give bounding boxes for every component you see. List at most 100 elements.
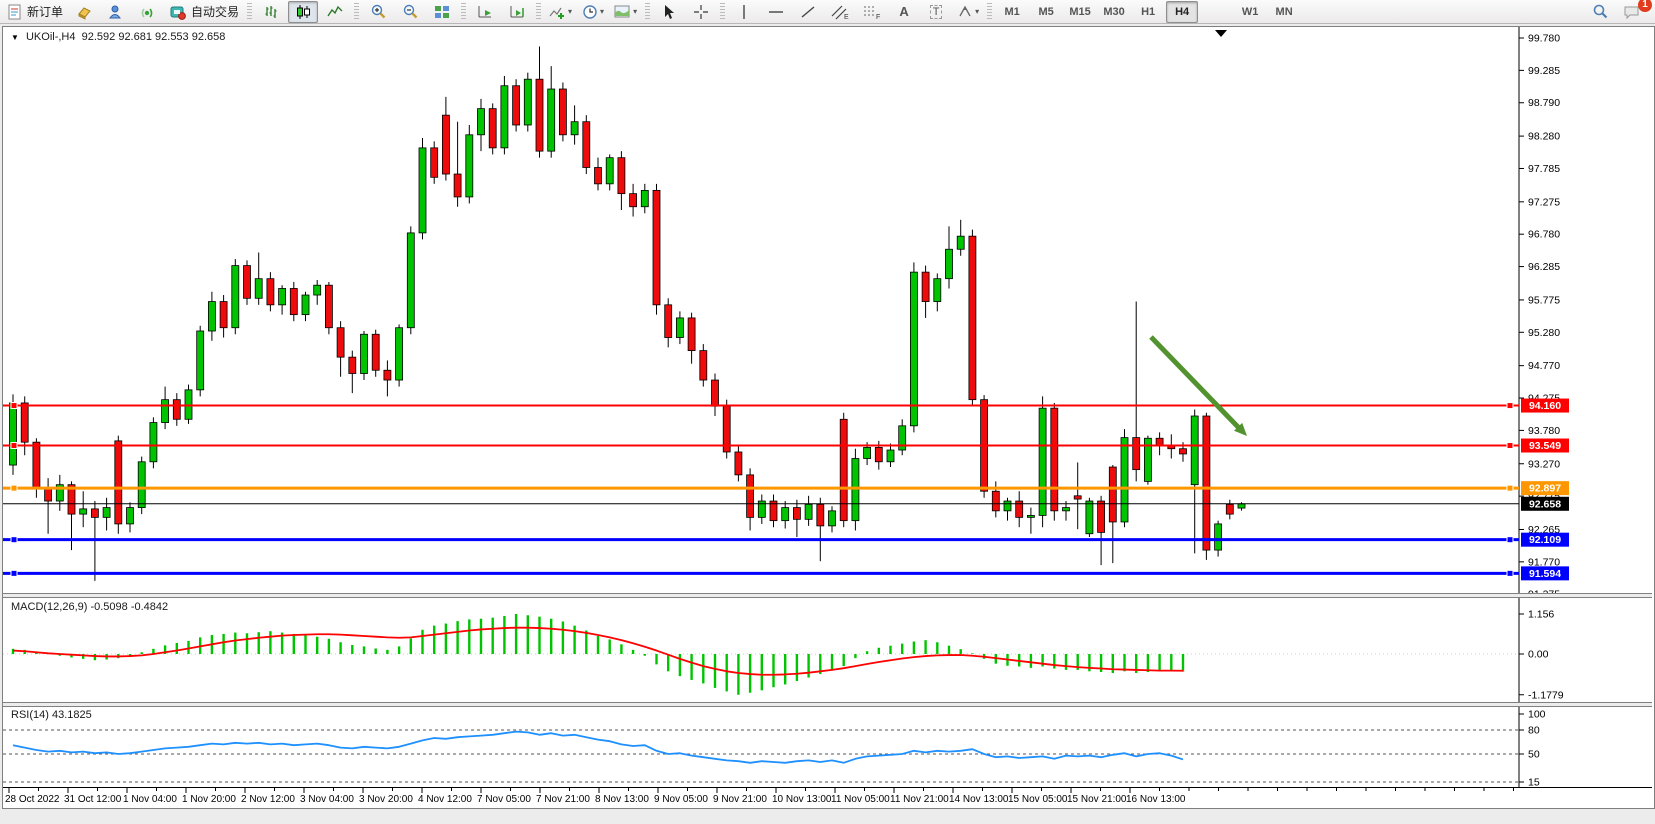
bull-candle: [208, 302, 215, 331]
level-handle[interactable]: [1507, 443, 1513, 449]
trendline-icon: [800, 4, 816, 20]
level-handle[interactable]: [1507, 537, 1513, 543]
rsi-canvas: 100805015: [3, 707, 1652, 787]
bear-candle: [922, 272, 929, 301]
bear-candle: [735, 452, 742, 475]
rsi-indicator-label: RSI(14) 43.1825: [11, 709, 92, 721]
vertical-line-button[interactable]: [729, 1, 759, 23]
level-handle[interactable]: [1507, 485, 1513, 491]
chart-menu-arrow-icon[interactable]: ▼: [11, 33, 19, 42]
main-chart-pane[interactable]: ▼ UKOil-,H4 92.592 92.681 92.553 92.658 …: [3, 27, 1652, 593]
crosshair-button[interactable]: [686, 1, 716, 23]
text-label-button[interactable]: T: [921, 1, 951, 23]
bull-candle: [314, 285, 321, 295]
timeframe-m15-button[interactable]: M15: [1064, 1, 1096, 23]
bear-candle: [1109, 467, 1116, 522]
bear-candle: [1074, 496, 1081, 499]
level-handle[interactable]: [11, 537, 17, 543]
time-label: 8 Nov 13:00: [595, 794, 649, 805]
level-handle[interactable]: [11, 485, 17, 491]
level-handle[interactable]: [11, 443, 17, 449]
candlestick-chart-button[interactable]: [288, 1, 318, 23]
bull-candle: [302, 295, 309, 315]
timeframe-h1-button[interactable]: H1: [1132, 1, 1164, 23]
level-handle[interactable]: [11, 403, 17, 409]
trendline-button[interactable]: [793, 1, 823, 23]
time-label: 16 Nov 13:00: [1126, 794, 1186, 805]
rsi-pane[interactable]: RSI(14) 43.1825 100805015: [3, 707, 1652, 787]
signals-button[interactable]: [133, 1, 163, 23]
bar-chart-button[interactable]: [256, 1, 286, 23]
arrow-annotation[interactable]: [1151, 337, 1247, 436]
timeframe-m30-button[interactable]: M30: [1098, 1, 1130, 23]
bull-candle: [232, 266, 239, 328]
timeframe-mn-button[interactable]: MN: [1268, 1, 1300, 23]
periods-button[interactable]: ▾: [578, 1, 608, 23]
macd-pane[interactable]: MACD(12,26,9) -0.5098 -0.4842 1.1560.00-…: [3, 598, 1652, 702]
crosshair-icon: [693, 4, 709, 20]
line-chart-button[interactable]: [320, 1, 350, 23]
bull-candle: [934, 279, 941, 302]
rsi-tick-label: 50: [1528, 749, 1540, 761]
bull-candle: [782, 508, 789, 521]
price-tag-label: 92.658: [1529, 498, 1561, 510]
signal-icon: [139, 4, 157, 20]
bull-candle: [805, 504, 812, 519]
chart-title-ohlc: 92.592 92.681 92.553 92.658: [82, 31, 226, 43]
toolbar-grip: [247, 3, 252, 21]
bear-candle: [840, 419, 847, 520]
arrow-objects-button[interactable]: ▾: [953, 1, 983, 23]
dropdown-caret-icon: ▾: [600, 7, 604, 16]
toolbar-grip: [461, 3, 466, 21]
level-handle[interactable]: [11, 570, 17, 576]
indicators-button[interactable]: ▾: [545, 1, 576, 23]
bull-candle: [957, 236, 964, 249]
bear-candle: [1051, 408, 1058, 511]
bull-candle: [676, 318, 683, 338]
timeframe-w1-button[interactable]: W1: [1234, 1, 1266, 23]
price-tick-label: 96.780: [1528, 229, 1560, 241]
search-icon: [1592, 4, 1609, 20]
accounts-button[interactable]: [101, 1, 131, 23]
new-order-icon: [7, 4, 23, 20]
tile-windows-button[interactable]: [427, 1, 457, 23]
bear-candle: [992, 491, 999, 511]
macd-tick-label: -1.1779: [1528, 689, 1564, 701]
chart-shift-button[interactable]: [502, 1, 532, 23]
bull-candle: [1191, 416, 1198, 485]
templates-button[interactable]: ▾: [610, 1, 641, 23]
time-label: 10 Nov 13:00: [772, 794, 832, 805]
equidistant-channel-button[interactable]: E: [825, 1, 855, 23]
macd-tick-label: 0.00: [1528, 649, 1549, 661]
cursor-button[interactable]: [654, 1, 684, 23]
template-icon: [614, 4, 631, 20]
chart-shift-marker-icon[interactable]: [1215, 30, 1227, 37]
search-button[interactable]: [1585, 1, 1615, 23]
zoom-out-button[interactable]: [395, 1, 425, 23]
fibonacci-button[interactable]: F: [857, 1, 887, 23]
autotrading-button[interactable]: 自动交易: [165, 1, 243, 23]
horizontal-line-button[interactable]: [761, 1, 791, 23]
text-tool-button[interactable]: A: [889, 1, 919, 23]
bull-candle: [162, 400, 169, 423]
chart-window: ▼ UKOil-,H4 92.592 92.681 92.553 92.658 …: [2, 26, 1655, 809]
level-handle[interactable]: [1507, 570, 1513, 576]
dropdown-caret-icon: ▾: [975, 7, 979, 16]
auto-scroll-button[interactable]: [470, 1, 500, 23]
timeframe-m1-button[interactable]: M1: [996, 1, 1028, 23]
zoom-in-button[interactable]: [363, 1, 393, 23]
add-indicator-icon: [549, 4, 566, 20]
time-axis[interactable]: 28 Oct 202231 Oct 12:001 Nov 04:001 Nov …: [3, 787, 1652, 807]
bull-candle: [10, 403, 17, 465]
market-watch-button[interactable]: [69, 1, 99, 23]
macd-indicator-label: MACD(12,26,9) -0.5098 -0.4842: [11, 601, 168, 613]
timeframe-m5-button[interactable]: M5: [1030, 1, 1062, 23]
timeframe-h4-button[interactable]: H4: [1166, 1, 1198, 23]
timeframe-d1-button[interactable]: [1200, 1, 1232, 23]
text-tool-icon: A: [899, 4, 908, 19]
level-handle[interactable]: [1507, 403, 1513, 409]
main-chart-canvas[interactable]: 99.78099.28598.79098.28097.78597.27596.7…: [3, 27, 1652, 593]
bull-candle: [524, 79, 531, 125]
new-order-button[interactable]: 新订单: [3, 1, 67, 23]
notifications-button[interactable]: 1: [1617, 1, 1647, 23]
